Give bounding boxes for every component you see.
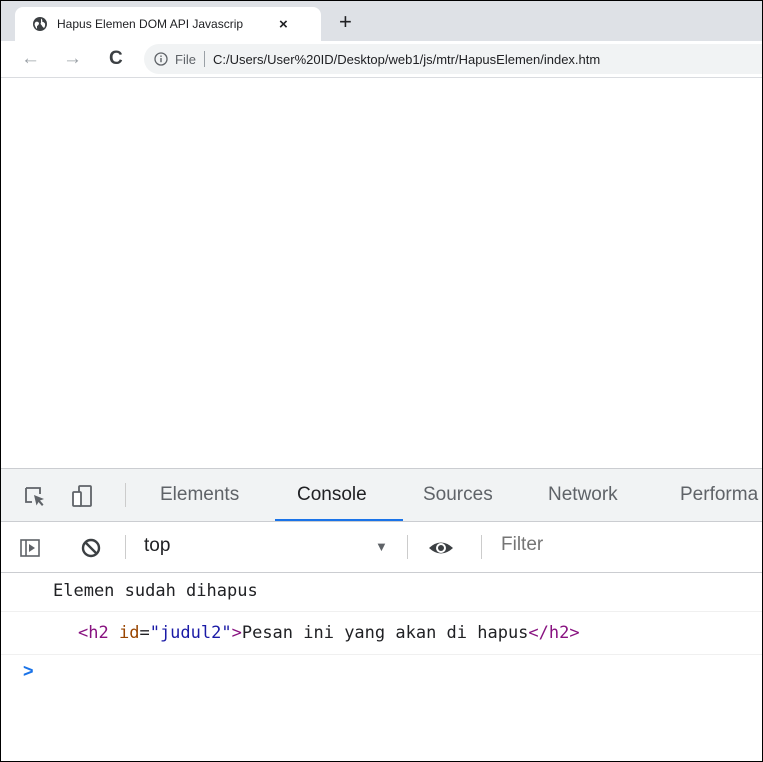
browser-window: Hapus Elemen DOM API Javascrip × + ← → C…: [0, 0, 763, 762]
devtools-tab-bar: Elements Console Sources Network Perform…: [1, 469, 762, 522]
console-prompt-icon[interactable]: >: [23, 661, 34, 682]
tab-performance[interactable]: Performa: [680, 484, 758, 506]
console-message: Elemen sudah dihapus: [1, 572, 762, 612]
reload-button[interactable]: C: [109, 49, 123, 68]
toolbar-divider: [125, 535, 126, 559]
browser-toolbar: ← → C File C:/Users/User%20ID/Desktop/we…: [1, 41, 762, 78]
tab-close-icon[interactable]: ×: [279, 16, 288, 33]
console-toolbar: top ▼ Filter: [1, 522, 762, 573]
browser-tab[interactable]: Hapus Elemen DOM API Javascrip ×: [15, 7, 321, 41]
page-viewport: [1, 78, 762, 468]
dropdown-arrow-icon[interactable]: ▼: [375, 539, 388, 554]
forward-button[interactable]: →: [63, 49, 82, 68]
device-toolbar-icon[interactable]: [70, 483, 96, 509]
tab-strip: Hapus Elemen DOM API Javascrip × +: [1, 1, 762, 41]
tab-elements[interactable]: Elements: [160, 484, 239, 506]
tab-sources[interactable]: Sources: [423, 484, 493, 506]
tab-network[interactable]: Network: [548, 484, 618, 506]
scheme-label: File: [175, 51, 196, 67]
tab-divider: [125, 483, 126, 507]
filter-input[interactable]: Filter: [501, 534, 543, 556]
omnibox-divider: [203, 51, 205, 67]
toolbar-divider: [407, 535, 408, 559]
logged-element[interactable]: <h2 id="judul2">Pesan ini yang akan di h…: [78, 623, 580, 643]
active-tab-indicator: [275, 519, 403, 521]
log-text: Elemen sudah dihapus: [53, 581, 258, 601]
inspect-element-icon[interactable]: [21, 483, 47, 509]
live-expression-eye-icon[interactable]: [427, 536, 455, 560]
clear-console-icon[interactable]: [79, 536, 103, 560]
tab-title: Hapus Elemen DOM API Javascrip: [57, 17, 244, 31]
info-icon[interactable]: [154, 52, 168, 66]
console-message[interactable]: <h2 id="judul2">Pesan ini yang akan di h…: [1, 612, 762, 655]
devtools-panel: Elements Console Sources Network Perform…: [1, 468, 762, 761]
new-tab-button[interactable]: +: [339, 11, 352, 33]
toolbar-divider: [481, 535, 482, 559]
url-text[interactable]: C:/Users/User%20ID/Desktop/web1/js/mtr/H…: [213, 52, 600, 67]
tab-console[interactable]: Console: [297, 484, 367, 506]
context-selector[interactable]: top: [144, 535, 170, 557]
show-sidebar-icon[interactable]: [18, 536, 42, 560]
back-button[interactable]: ←: [21, 49, 40, 68]
globe-icon: [33, 17, 47, 31]
address-bar[interactable]: File C:/Users/User%20ID/Desktop/web1/js/…: [144, 44, 762, 74]
